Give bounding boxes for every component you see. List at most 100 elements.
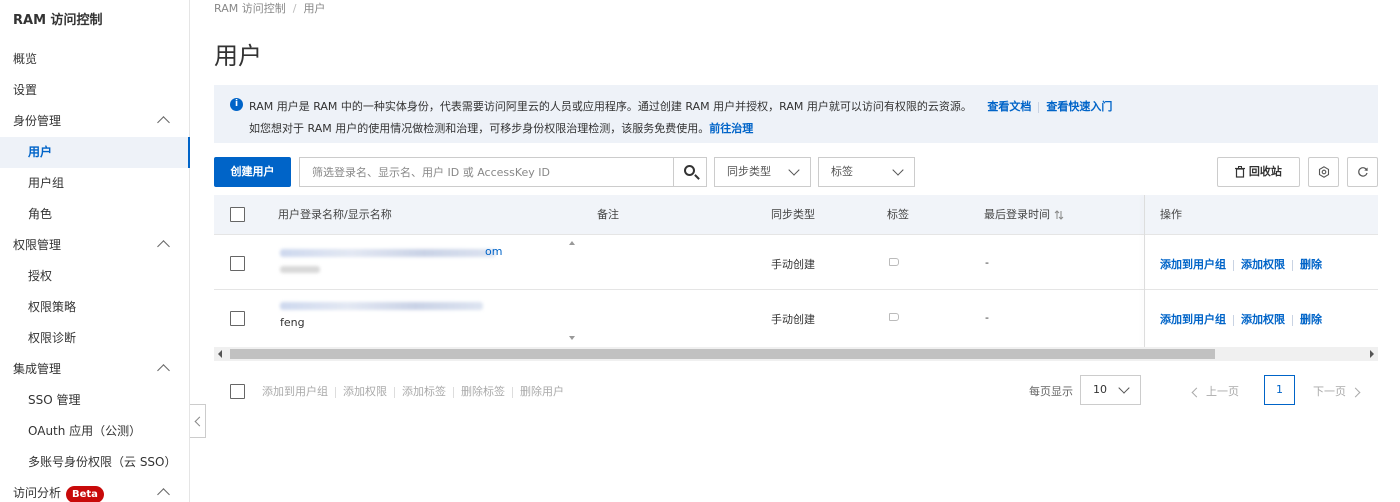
scroll-left-icon[interactable]: [218, 350, 222, 358]
search-button[interactable]: [673, 158, 706, 186]
bulk-add-permission[interactable]: 添加权限: [343, 385, 387, 398]
add-to-group-link[interactable]: 添加到用户组: [1160, 313, 1226, 326]
sidebar-item-sso[interactable]: SSO 管理: [0, 385, 190, 416]
sidebar-item-users[interactable]: 用户: [0, 137, 190, 168]
divider: [1038, 101, 1040, 113]
quickstart-link[interactable]: 查看快速入门: [1046, 100, 1112, 113]
sidebar-group-identity[interactable]: 身份管理: [0, 106, 190, 137]
select-all-checkbox[interactable]: [230, 207, 245, 222]
scroll-down-icon: [569, 336, 575, 340]
divider: [1233, 259, 1234, 271]
chevron-up-icon: [157, 488, 170, 501]
sidebar-group-integration[interactable]: 集成管理: [0, 354, 190, 385]
refresh-icon: [1357, 167, 1368, 177]
beta-badge: Beta: [66, 486, 104, 502]
per-page-label: 每页显示: [1029, 385, 1073, 398]
chevron-up-icon: [157, 116, 170, 129]
name-cell-scrollbar[interactable]: [566, 235, 580, 346]
bulk-select-checkbox[interactable]: [230, 384, 245, 399]
add-permission-link[interactable]: 添加权限: [1241, 258, 1285, 271]
sidebar-item-diagnosis[interactable]: 权限诊断: [0, 323, 190, 354]
bulk-add-tag[interactable]: 添加标签: [402, 385, 446, 398]
sidebar-title: RAM 访问控制: [13, 13, 103, 28]
divider: [1292, 314, 1293, 326]
create-user-button[interactable]: 创建用户: [214, 157, 291, 187]
col-name: 用户登录名称/显示名称: [278, 208, 392, 221]
next-page-button[interactable]: 下一页: [1313, 383, 1361, 399]
table-row: om 手动创建 - 添加到用户组 添加权限 删除: [214, 235, 1378, 290]
tag-select[interactable]: 标签: [818, 157, 915, 187]
bulk-delete-user[interactable]: 删除用户: [520, 385, 564, 398]
horizontal-scrollbar[interactable]: [214, 347, 1378, 361]
sidebar-item-roles[interactable]: 角色: [0, 199, 190, 230]
bulk-remove-tag[interactable]: 删除标签: [461, 385, 505, 398]
col-tag: 标签: [887, 208, 909, 221]
settings-button[interactable]: [1308, 157, 1339, 187]
sync-type: 手动创建: [771, 313, 815, 326]
sidebar-item-overview[interactable]: 概览: [0, 44, 190, 75]
search-box: [299, 157, 707, 187]
delete-link[interactable]: 删除: [1300, 258, 1322, 271]
sidebar-item-settings[interactable]: 设置: [0, 75, 190, 106]
sidebar-item-grants[interactable]: 授权: [0, 261, 190, 292]
divider: [335, 386, 336, 398]
sidebar-item-cloud-sso[interactable]: 多账号身份权限（云 SSO）: [0, 447, 190, 478]
divider: [1233, 314, 1234, 326]
chevron-up-icon: [157, 364, 170, 377]
govern-link[interactable]: 前往治理: [709, 122, 753, 135]
col-last-login[interactable]: 最后登录时间: [984, 195, 1064, 235]
scroll-right-icon[interactable]: [1370, 350, 1374, 358]
notice-text-2: 如您想对于 RAM 用户的使用情况做检测和治理，可移步身份权限治理检测，该服务免…: [249, 122, 710, 135]
redacted-login-name: [280, 302, 483, 310]
tag-icon[interactable]: [889, 258, 899, 266]
divider: [1292, 259, 1293, 271]
breadcrumb: RAM 访问控制 / 用户: [214, 2, 326, 15]
sidebar-item-user-groups[interactable]: 用户组: [0, 168, 190, 199]
redacted-display-name: [280, 266, 320, 273]
last-login: -: [985, 256, 989, 269]
redacted-login-name: [280, 249, 496, 257]
sidebar-item-oauth[interactable]: OAuth 应用（公测）: [0, 416, 190, 447]
login-name-link[interactable]: om: [485, 245, 502, 258]
search-icon: [684, 165, 695, 176]
tag-icon[interactable]: [889, 313, 899, 321]
breadcrumb-current: 用户: [303, 2, 326, 15]
display-name: feng: [280, 316, 305, 329]
divider: [512, 386, 513, 398]
page-title: 用户: [214, 42, 262, 70]
info-notice: i RAM 用户是 RAM 中的一种实体身份，代表需要访问阿里云的人员或应用程序…: [214, 85, 1378, 143]
chevron-left-icon: [1191, 387, 1202, 397]
notice-text-1: RAM 用户是 RAM 中的一种实体身份，代表需要访问阿里云的人员或应用程序。通…: [249, 100, 972, 113]
bulk-actions: 添加到用户组 添加权限 添加标签 删除标签 删除用户: [262, 383, 564, 399]
sidebar-collapse-handle[interactable]: [190, 404, 206, 438]
per-page-select[interactable]: 10: [1080, 375, 1141, 405]
row-checkbox[interactable]: [230, 256, 245, 271]
scrollbar-thumb[interactable]: [230, 349, 1215, 359]
chevron-right-icon: [1350, 387, 1361, 397]
sidebar-item-policies[interactable]: 权限策略: [0, 292, 190, 323]
add-to-group-link[interactable]: 添加到用户组: [1160, 258, 1226, 271]
sidebar-group-access-analysis[interactable]: 访问分析 Beta: [0, 478, 190, 502]
prev-page-button[interactable]: 上一页: [1191, 383, 1239, 399]
fixed-column-divider: [1144, 195, 1145, 347]
recycle-bin-button[interactable]: 回收站: [1217, 157, 1300, 187]
chevron-down-icon: [892, 164, 904, 176]
table-row: feng 手动创建 - 添加到用户组 添加权限 删除: [214, 290, 1378, 345]
search-input[interactable]: [300, 158, 674, 186]
gear-icon: [1318, 166, 1329, 178]
refresh-button[interactable]: [1347, 157, 1378, 187]
breadcrumb-root[interactable]: RAM 访问控制: [214, 2, 286, 15]
sidebar: RAM 访问控制 概览 设置 身份管理 用户 用户组 角色 权限管理 授权 权限…: [0, 0, 190, 502]
delete-link[interactable]: 删除: [1300, 313, 1322, 326]
sort-icon: [1054, 210, 1063, 220]
sync-type-select[interactable]: 同步类型: [714, 157, 811, 187]
view-docs-link[interactable]: 查看文档: [987, 100, 1031, 113]
bulk-add-to-group[interactable]: 添加到用户组: [262, 385, 328, 398]
row-checkbox[interactable]: [230, 311, 245, 326]
divider: [394, 386, 395, 398]
sidebar-group-permissions[interactable]: 权限管理: [0, 230, 190, 261]
page-number-current[interactable]: 1: [1264, 375, 1295, 405]
add-permission-link[interactable]: 添加权限: [1241, 313, 1285, 326]
info-icon: i: [230, 98, 243, 111]
users-table: 用户登录名称/显示名称 备注 同步类型 标签 最后登录时间 操作 om 手动创建…: [214, 195, 1378, 361]
